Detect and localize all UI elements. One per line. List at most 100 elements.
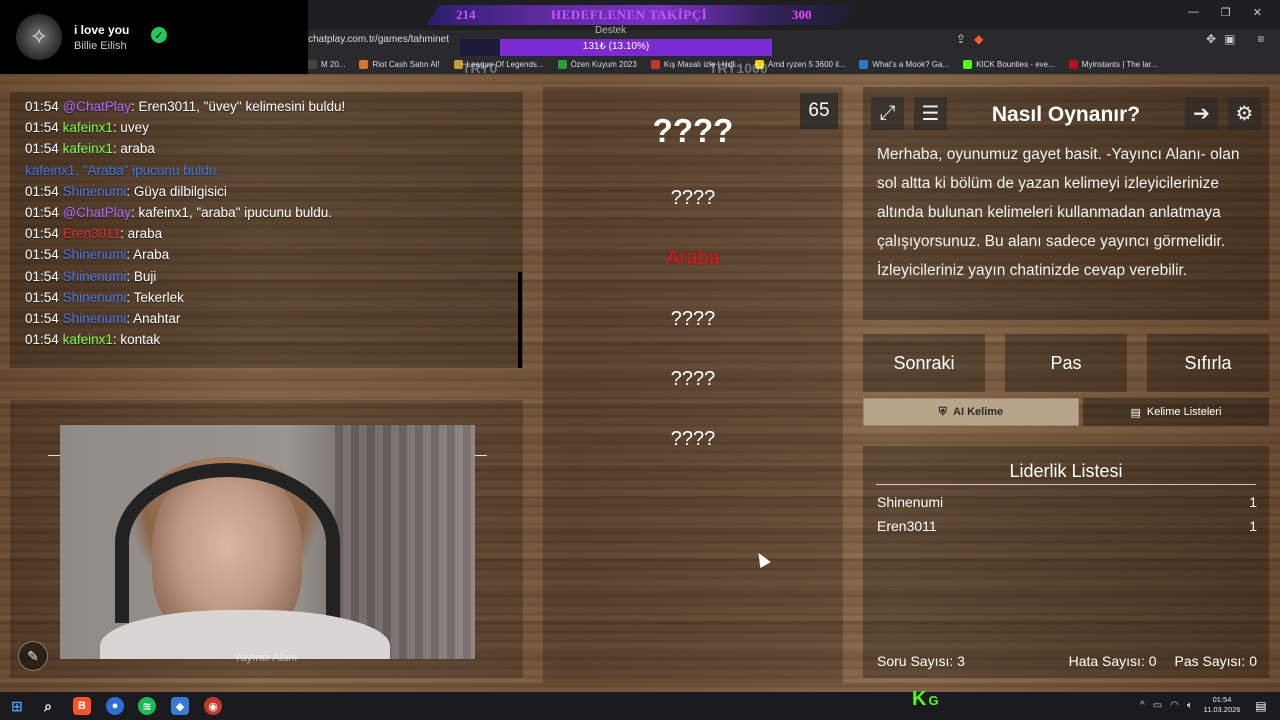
error-count: Hata Sayısı: 0 xyxy=(1068,653,1157,669)
ai-word-button[interactable]: ⛨ AI Kelime xyxy=(863,398,1079,426)
album-art: ✧ xyxy=(16,14,62,60)
question-count: Soru Sayısı: 3 xyxy=(877,653,965,669)
overlay-left-amount: TRY0 xyxy=(462,60,498,76)
bookmark-favicon-icon xyxy=(859,59,869,69)
bookmark-favicon-icon xyxy=(650,59,660,69)
chat-message: 01:54 @ChatPlay: Eren3011, "üvey" kelime… xyxy=(25,99,345,114)
bookmark-item[interactable]: KICK Bounties - eve... xyxy=(963,56,1055,72)
webcam-feed xyxy=(60,425,475,659)
bookmark-item[interactable]: Riot Cash Satın Al! xyxy=(359,56,440,72)
fullscreen-icon[interactable]: ⤢ xyxy=(871,97,904,130)
bookmark-label: Amd ryzen 5 3600 il... xyxy=(768,59,846,69)
app-icon[interactable]: ◆ xyxy=(171,697,189,715)
chat-message: 01:54 Shinenumi: Buji xyxy=(25,269,156,284)
extensions-icon[interactable]: ✥ xyxy=(1206,32,1216,46)
window-controls: — ❐ ✕ xyxy=(1188,6,1262,19)
address-bar[interactable]: chatplay.com.tr/games/tahminet xyxy=(308,34,449,45)
windows-start-icon[interactable]: ⊞ xyxy=(8,697,26,715)
notification-icon[interactable]: ▤ xyxy=(1252,697,1270,715)
obs-icon[interactable]: ◉ xyxy=(204,697,222,715)
streamer-area-caption: Yayıncı Alanı xyxy=(234,652,298,664)
notes-icon[interactable]: ☰ xyxy=(914,97,947,130)
exit-icon[interactable]: ➔ xyxy=(1185,97,1218,130)
windows-taskbar xyxy=(0,692,1280,720)
chat-text: : araba xyxy=(112,141,155,157)
chat-message: 01:54 Shinenumi: Güya dilbilgisici xyxy=(25,184,227,199)
pass-count: Pas Sayısı: 0 xyxy=(1174,653,1257,669)
minimize-icon[interactable]: — xyxy=(1188,6,1199,19)
browser-tools: ✥ ▣ ≡ xyxy=(1206,32,1264,46)
robot-icon: ⛨ xyxy=(938,405,948,418)
bookmark-item[interactable]: Amd ryzen 5 3600 il... xyxy=(755,56,845,72)
pass-button[interactable]: Pas xyxy=(1005,334,1127,392)
leaderboard-title: Liderlik Listesi xyxy=(1009,461,1123,481)
chat-text: : uvey xyxy=(112,120,149,136)
support-label: Destek xyxy=(595,25,627,36)
next-button[interactable]: Sonraki xyxy=(863,334,985,392)
bookmark-item[interactable]: Myinstants | The lar... xyxy=(1068,56,1158,72)
bookmark-item[interactable]: M 20... xyxy=(308,56,345,72)
word-lists-button[interactable]: ▤ Kelime Listeleri xyxy=(1083,398,1269,426)
chat-timestamp: 01:54 xyxy=(25,311,59,326)
bookmark-item[interactable]: What's a Mook? Ga... xyxy=(859,56,949,72)
chat-message: 01:54 @ChatPlay: kafeinx1, "araba" ipucu… xyxy=(25,205,332,220)
leaderboard-name: Eren3011 xyxy=(877,517,937,534)
pen-icon[interactable]: ✎ xyxy=(18,641,48,671)
brave-browser-icon[interactable]: B xyxy=(73,697,91,715)
chat-text: : araba xyxy=(120,226,163,242)
chevron-up-icon[interactable]: ^ xyxy=(1140,700,1145,711)
chat-username[interactable]: Shinenumi xyxy=(63,290,127,305)
ai-word-label: AI Kelime xyxy=(953,406,1004,418)
taboo-word: ???? xyxy=(670,428,716,451)
network-icon[interactable]: ▭ xyxy=(1153,700,1162,711)
chat-text: : Araba xyxy=(126,247,170,263)
bookmark-favicon-icon xyxy=(308,59,317,69)
taskbar-clock[interactable]: 01:54 11.03.2026 xyxy=(1200,695,1244,715)
chrome-icon[interactable]: ● xyxy=(106,697,124,715)
close-icon[interactable]: ✕ xyxy=(1253,6,1262,19)
sidebar-icon[interactable]: ▣ xyxy=(1224,32,1235,46)
chat-username[interactable]: Eren3011 xyxy=(63,226,121,241)
bookmark-item[interactable]: Özen Kuyum 2023 xyxy=(557,56,637,72)
chat-message: 01:54 Shinenumi: Araba xyxy=(25,247,169,262)
spotify-icon[interactable]: ≋ xyxy=(138,697,156,715)
chat-username[interactable]: @ChatPlay xyxy=(63,99,131,114)
share-icon[interactable]: ⇪ xyxy=(956,32,966,46)
chat-text: : Anahtar xyxy=(126,311,181,326)
chat-username[interactable]: kafeinx1 xyxy=(63,141,113,156)
goal-label: HEDEFLENEN TAKİPÇİ xyxy=(551,7,708,22)
chat-text: : Eren3011, "üvey" kelimesini buldu! xyxy=(131,99,346,114)
menu-icon[interactable]: ≡ xyxy=(1257,32,1264,46)
chat-username[interactable]: Shinenumi xyxy=(63,311,127,326)
chat-timestamp: 01:54 xyxy=(25,205,59,220)
bookmark-favicon-icon xyxy=(1068,59,1078,69)
reset-button[interactable]: Sıfırla xyxy=(1147,334,1269,392)
leaderboard-divider xyxy=(876,484,1256,485)
wifi-icon[interactable]: ◠ xyxy=(1170,700,1179,711)
chat-scrollbar[interactable] xyxy=(518,272,522,368)
support-progress-bar: 131₺ (13.10%) xyxy=(460,39,772,56)
brave-shield-icon[interactable]: ◆ xyxy=(974,32,983,46)
word-lists-label: Kelime Listeleri xyxy=(1146,406,1222,418)
chat-username[interactable]: Shinenumi xyxy=(63,247,127,262)
chat-message: 01:54 Shinenumi: Tekerlek xyxy=(25,290,184,305)
gear-icon[interactable]: ⚙ xyxy=(1228,97,1261,130)
chat-timestamp: 01:54 xyxy=(25,99,59,114)
kick-logo-icon: KG xyxy=(912,688,941,710)
chat-username[interactable]: kafeinx1 xyxy=(25,163,75,178)
now-playing-widget: ✧ i love you Billie Eilish ✓ xyxy=(0,0,308,74)
chat-username[interactable]: Shinenumi xyxy=(63,269,127,284)
clock-time: 01:54 xyxy=(1212,695,1232,704)
bookmark-label: M 20... xyxy=(321,59,346,69)
bookmark-favicon-icon xyxy=(963,59,973,69)
chat-username[interactable]: kafeinx1 xyxy=(63,120,113,135)
chat-message: 01:54 Eren3011: araba xyxy=(25,226,162,241)
search-icon[interactable]: ⌕ xyxy=(39,697,57,715)
chat-username[interactable]: Shinenumi xyxy=(63,184,127,199)
bookmark-label: KICK Bounties - eve... xyxy=(976,59,1055,69)
volume-icon[interactable]: 🔈︎ xyxy=(1187,700,1193,711)
chat-username[interactable]: @ChatPlay xyxy=(63,205,131,220)
restore-icon[interactable]: ❐ xyxy=(1221,6,1231,19)
bookmark-label: Riot Cash Satın Al! xyxy=(372,59,440,69)
chat-username[interactable]: kafeinx1 xyxy=(63,332,113,347)
